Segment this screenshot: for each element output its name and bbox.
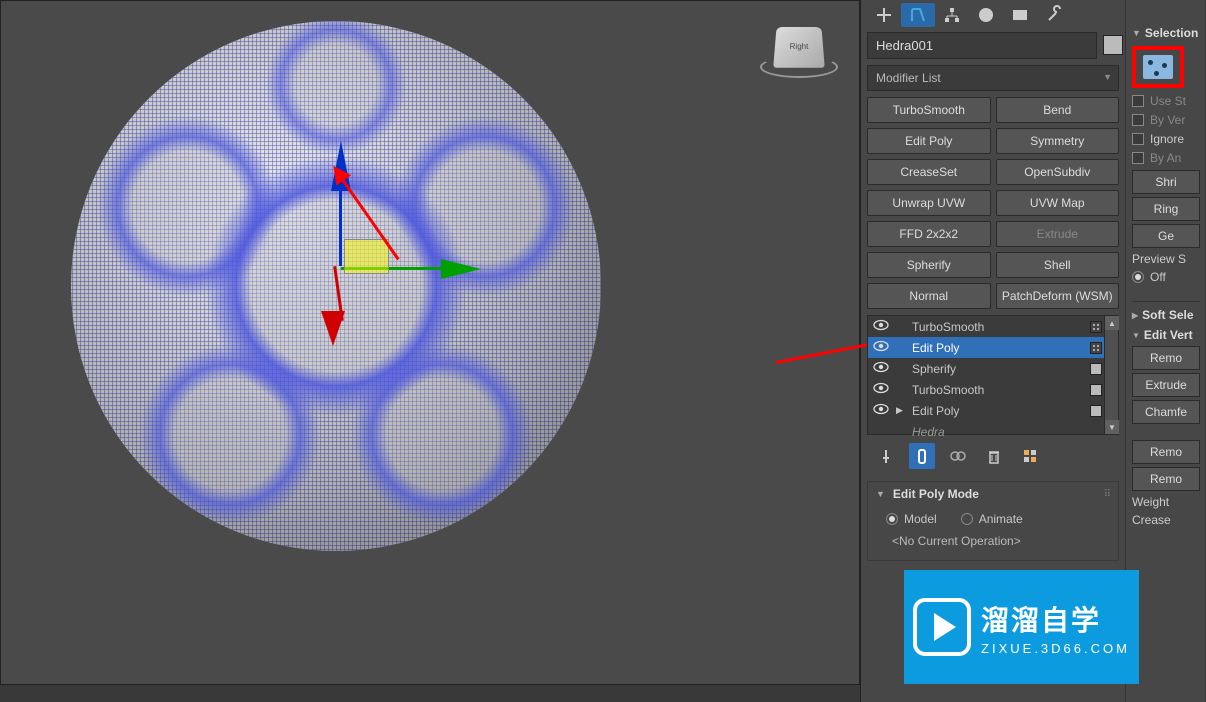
expand-arrow-icon[interactable]: ▶ (896, 405, 906, 416)
gizmo-z-axis[interactable] (339, 186, 342, 266)
gizmo-y-arrow[interactable] (441, 259, 481, 279)
animate-label: Animate (979, 512, 1023, 526)
stack-item[interactable]: Hedra (868, 421, 1106, 442)
modifier-button[interactable]: FFD 2x2x2 (867, 221, 991, 247)
stack-item[interactable]: TurboSmooth (868, 379, 1106, 400)
modifier-buttons-grid: TurboSmoothBendEdit PolySymmetryCreaseSe… (867, 97, 1119, 309)
stack-item[interactable]: Edit Poly (868, 337, 1106, 358)
modifier-button[interactable]: CreaseSet (867, 159, 991, 185)
viewcube-ring[interactable] (760, 56, 838, 78)
modifier-button[interactable]: Symmetry (996, 128, 1120, 154)
object-color-swatch[interactable] (1103, 35, 1123, 55)
stack-item[interactable]: Spherify (868, 358, 1106, 379)
modifier-button[interactable]: TurboSmooth (867, 97, 991, 123)
modifier-button[interactable]: Bend (996, 97, 1120, 123)
vertex-subobject-icon[interactable] (1143, 55, 1173, 79)
selection-rollout-header[interactable]: Selection (1132, 26, 1205, 40)
visibility-eye-icon[interactable] (872, 340, 890, 355)
use-stack-checkbox[interactable]: Use St (1132, 94, 1205, 108)
visibility-eye-icon[interactable] (872, 382, 890, 397)
modifier-button[interactable]: Spherify (867, 252, 991, 278)
extrude-button[interactable]: Extrude (1132, 373, 1200, 397)
modifier-button[interactable]: PatchDeform (WSM) (996, 283, 1120, 309)
remove-button-1[interactable]: Remo (1132, 346, 1200, 370)
remove-button-3[interactable]: Remo (1132, 467, 1200, 491)
visibility-eye-icon[interactable] (872, 319, 890, 334)
hierarchy-tab-icon[interactable] (935, 3, 969, 27)
pin-stack-icon[interactable] (873, 443, 899, 469)
rollout-drag-icon[interactable]: ⠿ (1104, 489, 1112, 500)
viewport[interactable]: Right (0, 0, 860, 685)
weight-label: Weight (1132, 495, 1205, 509)
object-name-input[interactable] (867, 32, 1097, 59)
stack-scrollbar[interactable]: ▲ ▼ (1104, 316, 1118, 434)
soft-selection-header[interactable]: Soft Sele (1132, 308, 1205, 322)
display-tab-icon[interactable] (1003, 3, 1037, 27)
stack-item-flag-icon[interactable] (1090, 405, 1102, 417)
watermark-cn: 溜溜自学 (981, 599, 1130, 639)
by-vertex-checkbox[interactable]: By Ver (1132, 113, 1205, 127)
stack-item-label: Edit Poly (912, 341, 1084, 355)
crease-label: Crease (1132, 513, 1205, 527)
create-tab-icon[interactable] (867, 3, 901, 27)
remove-modifier-icon[interactable] (981, 443, 1007, 469)
modifier-button[interactable]: Unwrap UVW (867, 190, 991, 216)
show-end-result-icon[interactable] (909, 443, 935, 469)
animate-radio[interactable]: Animate (961, 512, 1023, 526)
modifier-button[interactable]: OpenSubdiv (996, 159, 1120, 185)
viewcube[interactable]: Right (759, 16, 839, 76)
motion-tab-icon[interactable] (969, 3, 1003, 27)
make-unique-icon[interactable] (945, 443, 971, 469)
modifier-list-dropdown[interactable]: Modifier List (867, 65, 1119, 91)
stack-item-label: Spherify (912, 362, 1084, 376)
current-operation-label: <No Current Operation> (886, 534, 1108, 548)
configure-sets-icon[interactable] (1017, 443, 1043, 469)
modifier-button[interactable]: UVW Map (996, 190, 1120, 216)
gizmo-x-arrow[interactable] (321, 311, 345, 346)
stack-item-flag-icon[interactable] (1090, 363, 1102, 375)
visibility-eye-icon[interactable] (872, 361, 890, 376)
gizmo-xy-plane[interactable] (344, 239, 389, 274)
modifier-button[interactable]: Edit Poly (867, 128, 991, 154)
visibility-eye-icon[interactable] (872, 403, 890, 418)
watermark-logo: 溜溜自学 ZIXUE.3D66.COM (904, 570, 1139, 684)
model-label: Model (904, 512, 937, 526)
shrink-button[interactable]: Shri (1132, 170, 1200, 194)
get-button[interactable]: Ge (1132, 224, 1200, 248)
stack-item-flag-icon[interactable] (1090, 384, 1102, 396)
modifier-button[interactable]: Extrude (996, 221, 1120, 247)
modifier-button[interactable]: Normal (867, 283, 991, 309)
modifier-stack: TurboSmooth Edit Poly Spherify TurboSmooth ▶… (867, 315, 1119, 435)
vertex-selection-highlight (1132, 46, 1184, 88)
stack-item-label: TurboSmooth (912, 383, 1084, 397)
stack-item-label: Edit Poly (912, 404, 1084, 418)
radio-on-icon (886, 513, 898, 525)
modify-tab-icon[interactable] (901, 3, 935, 27)
radio-off-icon (961, 513, 973, 525)
utilities-tab-icon[interactable] (1037, 3, 1071, 27)
model-radio[interactable]: Model (886, 512, 937, 526)
stack-item[interactable]: ▶ Edit Poly (868, 400, 1106, 421)
scroll-up-icon[interactable]: ▲ (1105, 316, 1119, 330)
scroll-down-icon[interactable]: ▼ (1105, 420, 1119, 434)
chamfer-button[interactable]: Chamfe (1132, 400, 1200, 424)
remove-button-2[interactable]: Remo (1132, 440, 1200, 464)
rollout-title[interactable]: Edit Poly Mode (868, 482, 1118, 506)
off-radio[interactable]: Off (1132, 270, 1205, 284)
panel-tabs (867, 2, 1123, 28)
modifier-button[interactable]: Shell (996, 252, 1120, 278)
preview-label: Preview S (1132, 252, 1205, 266)
ignore-backfacing-checkbox[interactable]: Ignore (1132, 132, 1205, 146)
ring-button[interactable]: Ring (1132, 197, 1200, 221)
stack-item-flag-icon[interactable] (1090, 342, 1102, 354)
edit-poly-mode-rollout: Edit Poly Mode ⠿ Model Animate <No Curre… (867, 481, 1119, 561)
stack-item-label: Hedra (912, 425, 1102, 439)
watermark-en: ZIXUE.3D66.COM (981, 641, 1130, 656)
stack-item[interactable]: TurboSmooth (868, 316, 1106, 337)
edit-vertices-header[interactable]: Edit Vert (1132, 328, 1205, 342)
stack-item-label: TurboSmooth (912, 320, 1084, 334)
by-angle-checkbox[interactable]: By An (1132, 151, 1205, 165)
play-icon (913, 598, 971, 656)
stack-item-flag-icon[interactable] (1090, 321, 1102, 333)
